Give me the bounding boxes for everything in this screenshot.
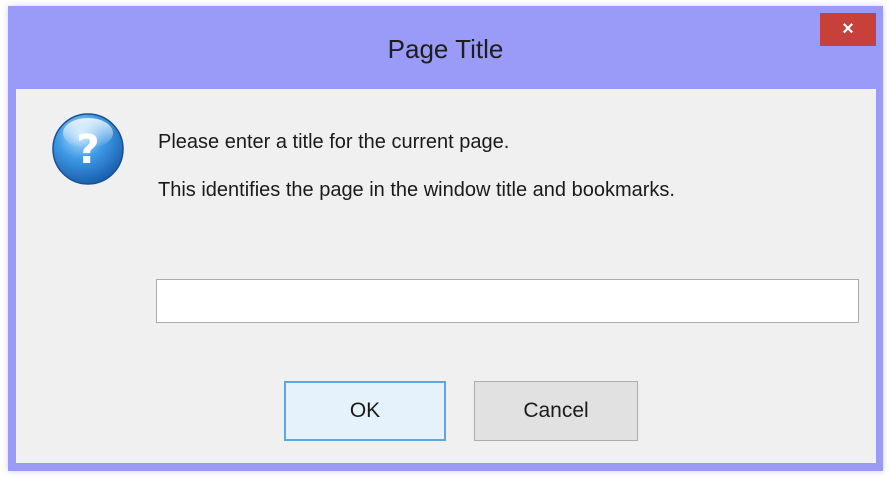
message-line-1: Please enter a title for the current pag… — [158, 131, 510, 153]
question-icon: ? — [52, 113, 124, 185]
dialog-title: Page Title — [387, 34, 504, 64]
message-line-2: This identifies the page in the window t… — [158, 179, 675, 201]
cancel-button[interactable]: Cancel — [474, 381, 638, 441]
title-bar[interactable]: Page Title × — [8, 6, 883, 89]
page-title-dialog: Page Title × ? Please enter a title for … — [8, 6, 883, 471]
svg-text:?: ? — [76, 127, 99, 173]
close-icon: × — [842, 18, 854, 40]
dialog-content: ? Please enter a title for the current p… — [16, 89, 876, 463]
ok-button[interactable]: OK — [284, 381, 446, 441]
close-button[interactable]: × — [820, 13, 876, 46]
page-title-input[interactable] — [156, 279, 859, 323]
